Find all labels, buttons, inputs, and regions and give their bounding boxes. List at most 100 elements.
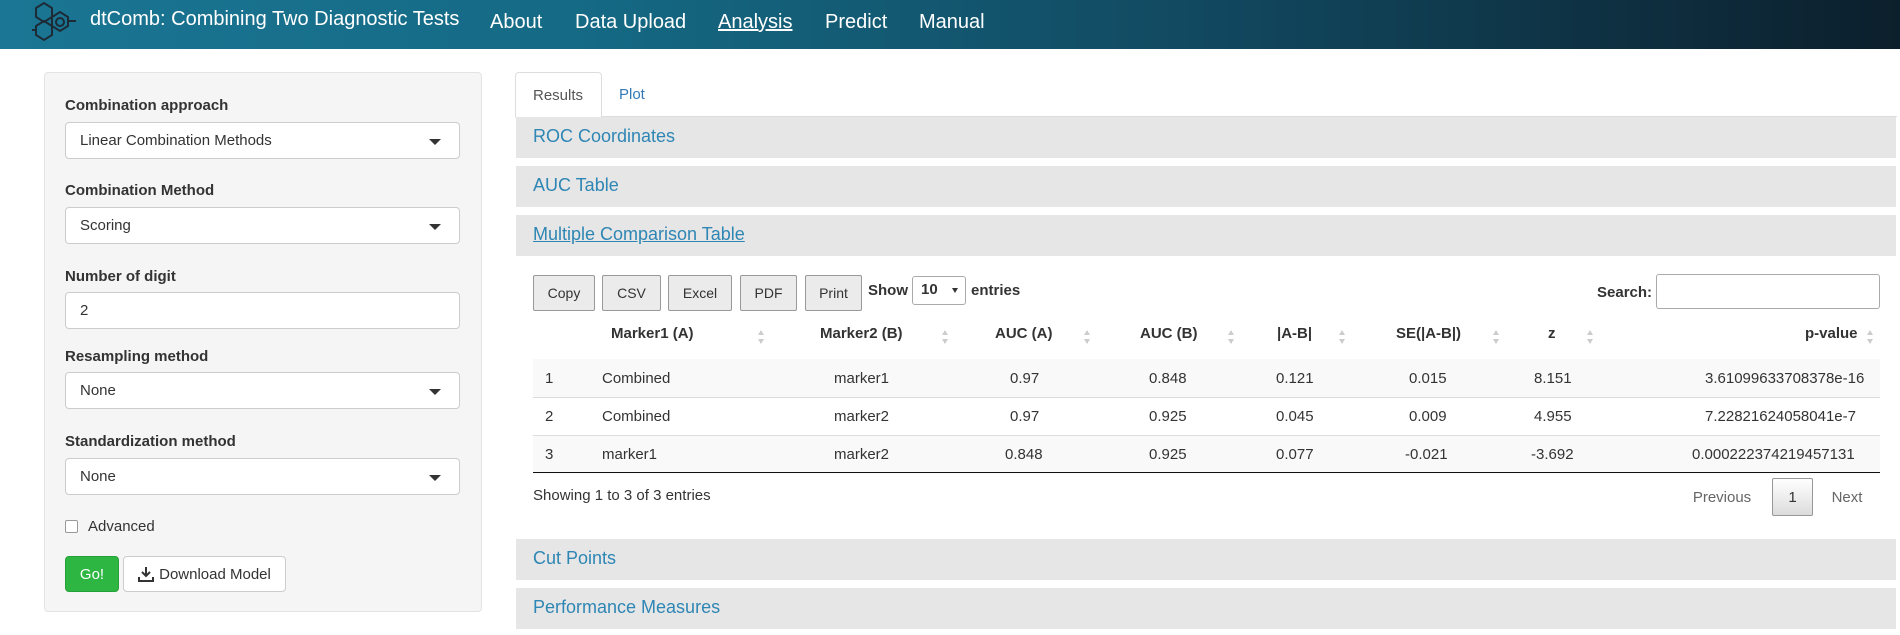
column-header-label: p-value [1805,325,1858,342]
number-of-digit-value: 2 [80,302,89,319]
column-header-label: AUC (B) [1140,325,1198,342]
print-button[interactable]: Print [805,275,862,311]
table-row [533,436,1880,474]
column-header-label: Marker1 (A) [611,325,694,342]
panel-multiple-comparison-table[interactable]: Multiple Comparison Table [516,215,1896,256]
panel-performance-measures[interactable]: Performance Measures [516,588,1896,629]
excel-button[interactable]: Excel [668,275,732,311]
standardization-method-label: Standardization method [65,433,236,450]
go-button[interactable]: Go! [65,556,119,592]
combination-method-select[interactable]: Scoring [65,207,460,244]
combination-approach-select[interactable]: Linear Combination Methods [65,122,460,159]
sort-icon [1587,330,1593,344]
sort-icon [758,330,764,344]
nav-predict[interactable]: Predict [825,11,887,34]
sort-icon [1867,330,1873,344]
cell-z: 4.955 [1534,408,1572,425]
row-index: 1 [545,370,554,387]
copy-button[interactable]: Copy [533,275,595,311]
app-brand[interactable]: dtComb: Combining Two Diagnostic Tests [90,8,459,31]
resampling-method-value: None [80,382,116,399]
cell-auc-a: 0.97 [1010,370,1040,387]
column-header-label: SE(|A-B|) [1396,325,1462,342]
next-page-button[interactable]: Next [1826,478,1868,516]
cell-marker1: Combined [602,408,671,425]
column-header-marker1[interactable]: Marker1 (A) [611,325,694,359]
page-1-button[interactable]: 1 [1772,478,1813,516]
standardization-method-value: None [80,468,116,485]
resampling-method-label: Resampling method [65,348,209,365]
previous-page-button[interactable]: Previous [1689,478,1755,516]
cell-marker2: marker2 [834,408,890,425]
chevron-down-icon [429,475,441,481]
cell-abs-diff: 0.077 [1276,446,1314,463]
results-tabs: Results Plot [515,72,1897,118]
panel-cut-points[interactable]: Cut Points [516,539,1896,580]
cell-se: 0.009 [1409,408,1447,425]
nav-manual[interactable]: Manual [919,11,985,34]
sort-icon [942,330,948,344]
table-row [533,359,1880,397]
cell-p-value: 7.22821624058041e-7 [1705,408,1856,425]
tab-plot[interactable]: Plot [602,72,662,118]
cell-p-value: 0.000222374219457131 [1692,446,1855,463]
nav-analysis[interactable]: Analysis [718,11,792,34]
column-header-label: z [1548,325,1556,342]
advanced-label[interactable]: Advanced [88,518,155,535]
sort-icon [1339,330,1345,344]
table-row [533,398,1880,436]
sort-icon [1084,330,1090,344]
advanced-checkbox[interactable] [65,520,78,533]
column-header-z[interactable]: z [1548,325,1556,359]
download-model-button[interactable]: Download Model [123,556,286,592]
cell-marker1: Combined [602,370,671,387]
chevron-down-icon [429,389,441,395]
column-header-marker2[interactable]: Marker2 (B) [820,325,903,359]
cell-marker2: marker1 [834,370,890,387]
panel-roc-coordinates[interactable]: ROC Coordinates [516,117,1896,158]
column-header-label: AUC (A) [995,325,1053,342]
page-length-select[interactable]: 10 [912,276,966,305]
number-of-digit-input[interactable]: 2 [65,292,460,329]
row-index: 3 [545,446,554,463]
search-input[interactable] [1656,274,1880,309]
nav-about[interactable]: About [490,11,542,34]
column-header-label: |A-B| [1277,325,1313,342]
column-header-auc-b[interactable]: AUC (B) [1140,325,1198,359]
number-of-digit-label: Number of digit [65,268,176,285]
cell-marker2: marker2 [834,446,890,463]
nav-data-upload[interactable]: Data Upload [575,11,686,34]
resampling-method-select[interactable]: None [65,372,460,409]
cell-auc-a: 0.848 [1005,446,1043,463]
row-index: 2 [545,408,554,425]
entries-label: entries [971,282,1021,299]
combination-method-label: Combination Method [65,182,215,199]
cell-abs-diff: 0.045 [1276,408,1314,425]
panel-auc-table[interactable]: AUC Table [516,166,1896,207]
advanced-option: Advanced [65,518,155,535]
combination-approach-label: Combination approach [65,97,229,114]
cell-p-value: 3.61099633708378e-16 [1705,370,1865,387]
chevron-down-icon [952,288,958,293]
sidebar-panel: Combination approach Linear Combination … [44,72,482,612]
show-label: Show [868,282,908,299]
cell-marker1: marker1 [602,446,658,463]
cell-se: -0.021 [1405,446,1448,463]
csv-button[interactable]: CSV [602,275,661,311]
column-header-abs-diff[interactable]: |A-B| [1277,325,1312,359]
download-model-label: Download Model [159,565,271,583]
combination-method-value: Scoring [80,217,131,234]
tab-results[interactable]: Results [515,72,602,118]
cell-z: 8.151 [1534,370,1572,387]
sort-icon [1493,330,1499,344]
standardization-method-select[interactable]: None [65,458,460,495]
pdf-button[interactable]: PDF [740,275,797,311]
cell-se: 0.015 [1409,370,1447,387]
cell-auc-b: 0.848 [1149,370,1187,387]
cell-auc-b: 0.925 [1149,446,1187,463]
column-header-se[interactable]: SE(|A-B|) [1396,325,1461,359]
cell-z: -3.692 [1531,446,1574,463]
search-label: Search: [1597,284,1653,301]
column-header-p-value[interactable]: p-value [1805,325,1858,359]
column-header-auc-a[interactable]: AUC (A) [995,325,1053,359]
